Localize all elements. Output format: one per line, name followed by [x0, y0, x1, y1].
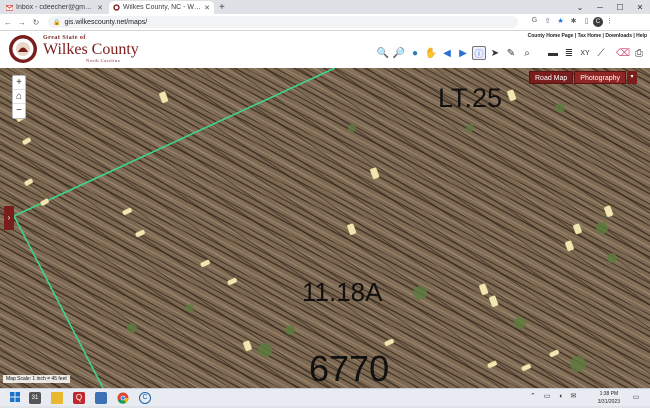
close-tab-icon[interactable]: ✕ — [204, 4, 210, 12]
google-icon[interactable]: G — [528, 17, 541, 27]
identify-icon[interactable]: ⓘ — [472, 46, 486, 60]
select-arrow-icon[interactable]: ➤ — [488, 46, 502, 60]
basemap-switcher: Road Map Photography ▾ — [528, 71, 637, 84]
system-tray[interactable]: ⌃ ▭ ◖ ✉ — [530, 392, 579, 400]
file-explorer-icon[interactable] — [51, 392, 63, 404]
new-tab-button[interactable]: + — [219, 1, 225, 14]
chrome-icon[interactable] — [117, 392, 129, 404]
windows-start-icon[interactable] — [9, 392, 21, 404]
document-app-icon[interactable] — [95, 392, 107, 404]
road-map-button[interactable]: Road Map — [529, 71, 574, 84]
share-icon[interactable]: ⇪ — [541, 17, 554, 27]
zoom-in-button[interactable]: + — [13, 76, 25, 90]
aerial-imagery — [0, 68, 650, 388]
photography-button[interactable]: Photography — [574, 71, 626, 84]
county-title: Wilkes County — [43, 41, 139, 58]
xy-coordinate-icon[interactable]: XY — [578, 46, 592, 60]
search-parcel-icon[interactable]: ⌕ — [520, 46, 534, 60]
tab-label: Wilkes County, NC - Web Map Vi — [123, 4, 202, 11]
clock[interactable]: 1:38 PM 3/31/2023 — [598, 390, 620, 406]
reload-icon[interactable]: ↻ — [30, 18, 42, 27]
url-text: gis.wilkescounty.net/maps/ — [64, 18, 148, 26]
zoom-in-tool-icon[interactable]: 🔍 — [376, 46, 390, 60]
draw-line-icon[interactable]: ⟋ — [594, 46, 608, 60]
lock-icon[interactable]: 🔒 — [53, 19, 60, 26]
measure-pencil-icon[interactable]: ✎ — [504, 46, 518, 60]
sidepanel-icon[interactable]: ▯ — [580, 17, 593, 27]
layers-icon[interactable]: ≣ — [562, 46, 576, 60]
avatar[interactable]: C — [593, 17, 603, 27]
county-subtitle: North Carolina — [86, 58, 121, 63]
gmail-icon — [6, 5, 13, 11]
lot-label: LT.25 — [438, 83, 503, 113]
tab-gmail[interactable]: Inbox - cdeecher@gmail.com - Gm ✕ — [2, 1, 107, 14]
back-icon[interactable]: ← — [2, 18, 14, 27]
header-links[interactable]: County Home Page | Tax Home | Downloads … — [528, 33, 647, 39]
zoom-out-button[interactable]: − — [13, 104, 25, 118]
tab-wilkes-map[interactable]: Wilkes County, NC - Web Map Vi ✕ — [109, 1, 214, 14]
taskbar: 31 Q C ⌃ ▭ ◖ ✉ 1:38 PM 3/31/2023 ▭ — [0, 388, 650, 406]
map-toolbar: 🔍 🔎 ● ✋ ◀ ▶ ⓘ ➤ ✎ ⌕ ▬ ≣ XY ⟋ ⌫ ⎙ — [376, 46, 648, 60]
menu-icon[interactable]: ⋮ — [603, 17, 616, 27]
extensions-icon[interactable]: ✱ — [567, 17, 580, 27]
star-icon[interactable]: ★ — [554, 17, 567, 27]
site-header: Great State of Wilkes County North Carol… — [0, 31, 650, 68]
clock-date: 3/31/2023 — [597, 399, 620, 405]
window-controls: ⌄ ─ ☐ ✕ — [570, 0, 650, 14]
side-panel-toggle[interactable]: › — [4, 206, 14, 230]
clock-time: 1:38 PM — [599, 391, 619, 397]
minimize-icon[interactable]: ─ — [590, 0, 610, 14]
previous-extent-icon[interactable]: ◀ — [440, 46, 454, 60]
map-view[interactable]: LT.25 11.18A 6770 + ⌂ − › Road Map Photo… — [0, 68, 650, 388]
next-extent-icon[interactable]: ▶ — [456, 46, 470, 60]
print-icon[interactable]: ⎙ — [632, 46, 646, 60]
zoom-control: + ⌂ − — [12, 75, 26, 119]
measure-ruler-icon[interactable]: ▬ — [546, 46, 560, 60]
pan-hand-icon[interactable]: ✋ — [424, 46, 438, 60]
tab-strip: Inbox - cdeecher@gmail.com - Gm ✕ Wilkes… — [0, 0, 650, 14]
notifications-icon[interactable]: ▭ — [630, 392, 642, 404]
tab-label: Inbox - cdeecher@gmail.com - Gm — [16, 4, 95, 11]
county-seal-icon — [113, 4, 120, 11]
eraser-icon[interactable]: ⌫ — [616, 46, 630, 60]
url-input[interactable]: 🔒 gis.wilkescounty.net/maps/ — [48, 16, 518, 28]
calendar-app-icon[interactable]: 31 — [29, 392, 41, 404]
home-button[interactable]: ⌂ — [13, 90, 25, 104]
zoom-out-tool-icon[interactable]: 🔎 — [392, 46, 406, 60]
toolbar-extensions: G ⇪ ★ ✱ ▯ C ⋮ — [528, 17, 616, 27]
map-scale: Map Scale: 1 inch = 45 feet — [3, 375, 70, 383]
basemap-dropdown-icon[interactable]: ▾ — [627, 71, 637, 84]
cortana-icon[interactable]: C — [139, 392, 151, 404]
full-extent-globe-icon[interactable]: ● — [408, 46, 422, 60]
close-tab-icon[interactable]: ✕ — [97, 4, 103, 12]
chevron-down-icon[interactable]: ⌄ — [570, 0, 590, 14]
maximize-icon[interactable]: ☐ — [610, 0, 630, 14]
address-bar: ← → ↻ 🔒 gis.wilkescounty.net/maps/ G ⇪ ★… — [0, 14, 650, 31]
acreage-label: 11.18A — [302, 277, 383, 307]
close-window-icon[interactable]: ✕ — [630, 0, 650, 14]
quicken-app-icon[interactable]: Q — [73, 392, 85, 404]
forward-icon[interactable]: → — [16, 18, 28, 27]
county-seal-logo — [9, 35, 37, 63]
parcel-number-label: 6770 — [309, 348, 390, 388]
